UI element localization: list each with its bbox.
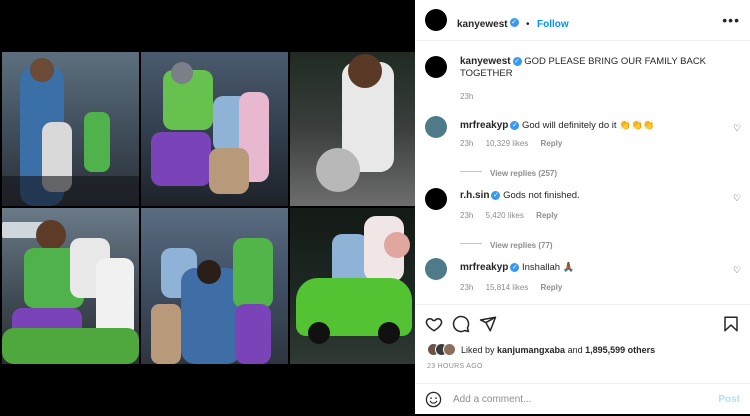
comment-like-icon[interactable]: ♡ (733, 266, 742, 275)
view-replies-label[interactable]: View replies (77) (490, 241, 553, 250)
commenter-avatar[interactable] (425, 258, 447, 280)
reply-button[interactable]: Reply (541, 283, 563, 292)
comment-username[interactable]: r.h.sin (460, 190, 489, 201)
verified-badge-icon: ✓ (510, 262, 520, 272)
post-timestamp: 23 HOURS AGO (427, 363, 483, 370)
author-username[interactable]: kanyewest (457, 19, 508, 30)
caption-time: 23h (460, 92, 474, 101)
comment-like-icon[interactable]: ♡ (733, 124, 742, 133)
view-replies[interactable]: View replies (77) (460, 235, 553, 253)
view-replies-line (460, 243, 482, 245)
commenter-avatar[interactable] (425, 188, 447, 210)
comment-meta: 23h 15,814 likes Reply (460, 283, 572, 292)
comment-body: r.h.sin ✓ Gods not finished. (460, 190, 720, 202)
comment-text: Inshallah 🙏🏾 (522, 262, 575, 273)
instagram-post-view: kanyewest ✓ • Follow ••• kanyewest ✓ GOD P… (0, 0, 750, 414)
comment-body: mrfreakyp ✓ Inshallah 🙏🏾 (460, 262, 720, 274)
liker-avatars (427, 343, 456, 358)
follow-button[interactable]: Follow (537, 19, 569, 30)
liked-by-user[interactable]: kanjumangxaba (497, 345, 565, 355)
add-comment-bar: Add a comment... Post (415, 383, 750, 416)
collage-photo-4 (2, 208, 139, 364)
post-sidebar: kanyewest ✓ • Follow ••• kanyewest ✓ GOD P… (415, 0, 750, 414)
commenter-avatar[interactable] (425, 116, 447, 138)
bookmark-icon[interactable] (722, 315, 740, 333)
emoji-icon[interactable] (425, 391, 442, 408)
collage-photo-6 (290, 208, 415, 364)
comment-time: 23h (460, 211, 474, 220)
view-replies-label[interactable]: View replies (257) (490, 169, 557, 178)
comment-likes[interactable]: 5,420 likes (486, 211, 524, 220)
comment-icon[interactable] (452, 315, 470, 333)
comment-username[interactable]: mrfreakyp (460, 120, 508, 131)
post-media[interactable] (0, 0, 415, 414)
comment-like-icon[interactable]: ♡ (733, 194, 742, 203)
post-actions: Liked by kanjumangxaba and 1,895,599 oth… (415, 304, 750, 415)
author-avatar[interactable] (425, 9, 447, 31)
collage-photo-1 (2, 52, 139, 206)
verified-badge-icon: ✓ (510, 120, 520, 130)
comment-meta: 23h 10,329 likes Reply (460, 139, 572, 148)
liked-by: Liked by kanjumangxaba and 1,895,599 oth… (427, 343, 655, 358)
liked-by-and: and (565, 344, 586, 355)
verified-badge-icon: ✓ (512, 56, 522, 66)
view-replies-line (460, 171, 482, 173)
caption-avatar[interactable] (425, 56, 447, 78)
post-comment-button[interactable]: Post (718, 394, 740, 405)
comment-input[interactable]: Add a comment... (453, 394, 531, 405)
collage-photo-2 (141, 52, 288, 206)
comment-username[interactable]: mrfreakyp (460, 262, 508, 273)
comment-text: Gods not finished. (503, 190, 580, 201)
collage-photo-5 (141, 208, 288, 364)
reply-button[interactable]: Reply (541, 139, 563, 148)
comment-likes[interactable]: 15,814 likes (486, 283, 529, 292)
comment-time: 23h (460, 139, 474, 148)
comment-text: God will definitely do it 👏👏👏 (522, 120, 655, 131)
collage-photo-3 (290, 52, 415, 206)
comment-meta: 23h 5,420 likes Reply (460, 211, 568, 220)
post-header: kanyewest ✓ • Follow ••• (415, 0, 750, 41)
liked-by-others[interactable]: 1,895,599 others (585, 345, 655, 355)
view-replies[interactable]: View replies (257) (460, 163, 557, 181)
more-horizontal-icon[interactable]: ••• (722, 12, 740, 28)
verified-badge-icon: ✓ (491, 190, 501, 200)
caption-username[interactable]: kanyewest (460, 56, 511, 67)
comment-time: 23h (460, 283, 474, 292)
caption-body: kanyewest ✓ GOD PLEASE BRING OUR FAMILY B… (460, 56, 720, 80)
verified-badge-icon: ✓ (509, 18, 519, 28)
photo-collage (2, 52, 415, 364)
separator-dot: • (526, 19, 530, 30)
reply-button[interactable]: Reply (536, 211, 558, 220)
comment-likes[interactable]: 10,329 likes (486, 139, 529, 148)
comment-body: mrfreakyp ✓ God will definitely do it 👏👏👏 (460, 120, 720, 132)
share-icon[interactable] (479, 315, 497, 333)
author-line: kanyewest ✓ • Follow (457, 14, 569, 32)
heart-icon[interactable] (425, 315, 443, 333)
liked-by-prefix: Liked by (461, 344, 498, 355)
